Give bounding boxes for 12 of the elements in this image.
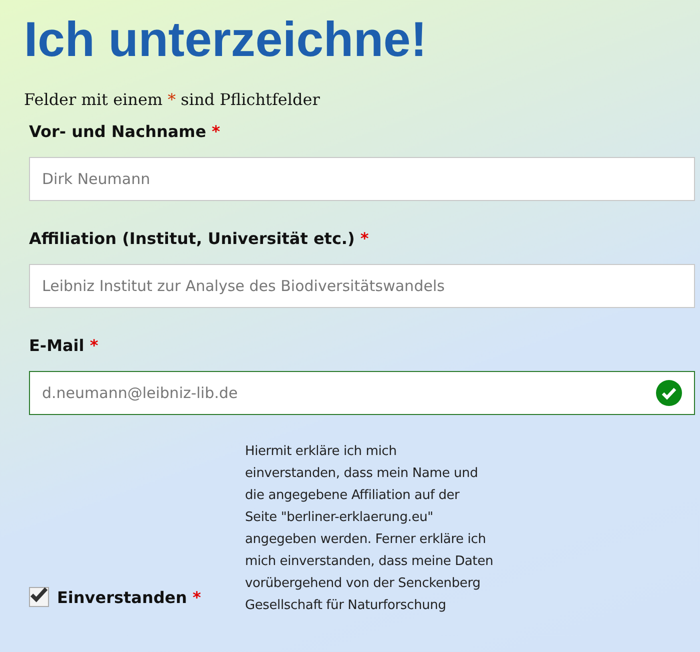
required-fields-note: Felder mit einem * sind Pflichtfelder (24, 90, 321, 109)
valid-check-icon (656, 380, 682, 406)
input-field[interactable]: d.neumann@leibniz-lib.de (29, 371, 695, 415)
checkbox-label[interactable]: Einverstanden * (57, 588, 201, 606)
checkbox[interactable] (29, 587, 49, 607)
field-label: Affiliation (Institut, Universität etc.) * (29, 228, 370, 250)
page-title: Ich unterzeichne! (24, 12, 428, 69)
field-label: E-Mail * (29, 335, 100, 357)
field-label: Vor- und Nachname * (29, 121, 222, 143)
consent-text: Hiermit erkläre ich mich einverstanden, dass mein Name und die angegebene Affiliation auf der Seite "berliner-erklaerung.eu" angegeben werden. Ferner erkläre ich mich einverstanden, dass meine Daten vorübergehend von der Senckenberg Gesellschaft für Naturforschung (245, 443, 494, 615)
input-field[interactable]: Dirk Neumann (29, 157, 695, 201)
input-field[interactable]: Leibniz Institut zur Analyse des Biodiversitätswandels (29, 264, 695, 308)
